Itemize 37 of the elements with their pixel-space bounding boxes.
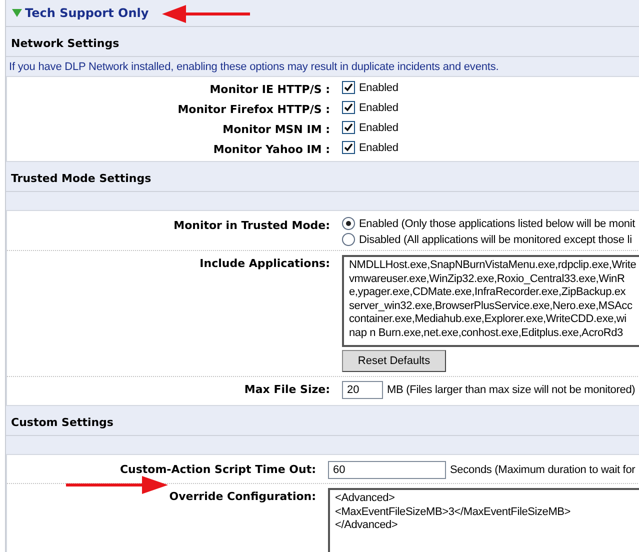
field-label: Monitor Firefox HTTP/S : bbox=[176, 102, 330, 116]
checkbox-label: Enabled bbox=[359, 122, 398, 134]
section-heading: Trusted Mode Settings bbox=[6, 168, 639, 192]
section-heading: Network Settings bbox=[6, 33, 639, 57]
text-area[interactable]: NMDLLHost.exe,SnapNBurnVistaMenu.exe,rdpclip.exe,Write vmwareuser.exe,WinZip32.exe,Roxio_Central33.exe,WinR e,ypager.exe,CDMate.exe,InfraRecorder.exe,ZipBackup.ex server_win32.exe,BrowserPlusService.exe,Nero.exe,MSAcc container.exe,Mediahub.exe,Explorer.exe,WriteCDD.exe,wi nap n Burn.exe,net.exe,conhost.exe,Editplus.exe,AcroRd3 bbox=[342, 255, 639, 347]
checkmark-icon bbox=[344, 103, 353, 112]
checkbox[interactable] bbox=[342, 101, 355, 114]
field-label: Include Applications: bbox=[198, 256, 330, 270]
field-hint: Seconds (Maximum duration to wait for bbox=[450, 464, 636, 476]
text-area[interactable]: <Advanced> <MaxEventFileSizeMB>3</MaxEventFileSizeMB> </Advanced> bbox=[328, 488, 639, 552]
section-note: If you have DLP Network installed, enabling these options may result in duplicate incidents and events. bbox=[8, 60, 500, 75]
checkbox-label: Enabled bbox=[359, 142, 398, 154]
checkmark-icon bbox=[344, 83, 353, 92]
checkmark-icon bbox=[344, 143, 353, 152]
field-label: Custom-Action Script Time Out: bbox=[118, 462, 316, 476]
field-hint: MB (Files larger than max size will not be monitored) bbox=[387, 384, 636, 396]
input-field[interactable]: 60 bbox=[328, 461, 446, 479]
section-heading: Custom Settings bbox=[6, 412, 639, 436]
input-field[interactable]: 20 bbox=[342, 381, 383, 399]
field-label: Monitor in Trusted Mode: bbox=[172, 218, 330, 232]
field-label: Max File Size: bbox=[243, 382, 330, 396]
radio-label: Enabled (Only those applications listed below will be monit bbox=[359, 218, 636, 230]
checkbox[interactable] bbox=[342, 121, 355, 134]
field-label: Monitor Yahoo IM : bbox=[212, 142, 330, 156]
checkmark-icon bbox=[344, 123, 353, 132]
radio-button[interactable] bbox=[342, 233, 355, 246]
field-label: Override Configuration: bbox=[168, 489, 316, 503]
radio-label: Disabled (All applications will be monitored except those li bbox=[359, 234, 632, 246]
field-label: Monitor MSN IM : bbox=[222, 122, 330, 136]
checkbox[interactable] bbox=[342, 81, 355, 94]
checkbox-label: Enabled bbox=[359, 102, 398, 114]
checkbox-label: Enabled bbox=[359, 82, 398, 94]
triangle-down-icon bbox=[12, 9, 22, 17]
radio-button[interactable] bbox=[342, 217, 355, 230]
reset-defaults-button[interactable]: Reset Defaults bbox=[342, 350, 446, 372]
checkbox[interactable] bbox=[342, 141, 355, 154]
field-label: Monitor IE HTTP/S : bbox=[208, 82, 330, 96]
